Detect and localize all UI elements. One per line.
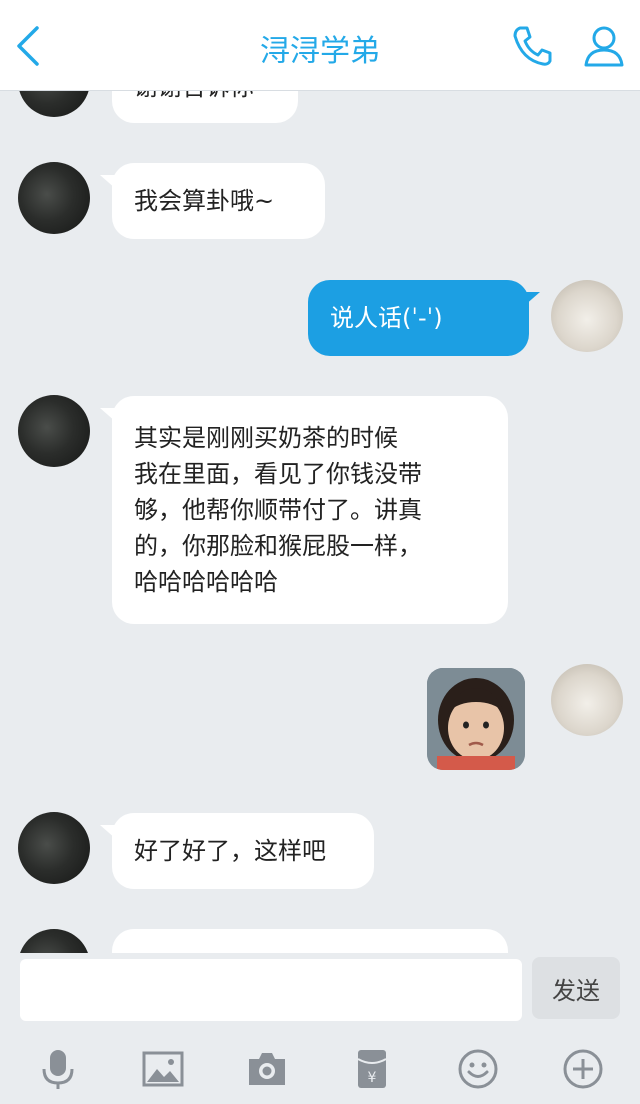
send-button[interactable]: 发送 xyxy=(532,957,620,1019)
red-packet-icon: ¥ xyxy=(357,1050,387,1088)
emoji-button[interactable] xyxy=(454,1045,502,1093)
person-icon xyxy=(584,26,624,67)
message-text: 我会算卦哦~ xyxy=(134,187,275,215)
incoming-message[interactable] xyxy=(112,929,508,953)
message-line: 够，他帮你顺带付了。讲真 xyxy=(134,496,422,524)
message-line: 哈哈哈哈哈哈 xyxy=(134,568,278,596)
message-text: 谢谢告诉你 xyxy=(134,91,254,105)
friend-avatar[interactable] xyxy=(18,162,90,234)
outgoing-message[interactable]: 说人话(ˈ-ˈ) xyxy=(308,280,529,356)
call-button[interactable] xyxy=(508,22,556,70)
message-text: 好了好了，这样吧 xyxy=(134,837,326,865)
message-line: 的，你那脸和猴屁股一样， xyxy=(134,532,422,560)
plus-icon xyxy=(563,1049,603,1089)
chat-header: 浔浔学弟 xyxy=(0,0,640,91)
incoming-message[interactable]: 我会算卦哦~ xyxy=(112,163,325,239)
friend-avatar[interactable] xyxy=(18,91,90,117)
more-button[interactable] xyxy=(559,1045,607,1093)
composer-bar: 发送 ¥ xyxy=(0,953,640,1104)
friend-avatar[interactable] xyxy=(18,812,90,884)
profile-button[interactable] xyxy=(580,22,628,70)
incoming-message[interactable]: 谢谢告诉你 xyxy=(112,91,298,123)
message-list[interactable]: 谢谢告诉你 我会算卦哦~ 说人话(ˈ-ˈ) 其实是刚刚买奶茶的时候 我在里面，看… xyxy=(0,91,640,953)
svg-text:¥: ¥ xyxy=(368,1070,377,1086)
emoji-icon xyxy=(458,1049,498,1089)
incoming-message[interactable]: 其实是刚刚买奶茶的时候 我在里面，看见了你钱没带 够，他帮你顺带付了。讲真 的，… xyxy=(112,396,508,624)
friend-avatar[interactable] xyxy=(18,395,90,467)
image-icon xyxy=(142,1051,184,1087)
incoming-message[interactable]: 好了好了，这样吧 xyxy=(112,813,374,889)
my-avatar[interactable] xyxy=(551,280,623,352)
girl-face-sticker xyxy=(427,668,525,770)
microphone-icon xyxy=(42,1050,74,1089)
message-text: 说人话(ˈ-ˈ) xyxy=(330,304,443,332)
camera-icon xyxy=(249,1053,285,1085)
message-line: 我在里面，看见了你钱没带 xyxy=(134,460,422,488)
red-packet-button[interactable]: ¥ xyxy=(348,1045,396,1093)
camera-button[interactable] xyxy=(243,1045,291,1093)
message-input[interactable] xyxy=(20,959,522,1021)
gallery-button[interactable] xyxy=(139,1045,187,1093)
voice-button[interactable] xyxy=(34,1045,82,1093)
sticker-image[interactable] xyxy=(427,668,525,770)
friend-avatar[interactable] xyxy=(18,929,90,953)
message-line: 其实是刚刚买奶茶的时候 xyxy=(134,424,398,452)
phone-icon xyxy=(513,26,552,66)
my-avatar[interactable] xyxy=(551,664,623,736)
